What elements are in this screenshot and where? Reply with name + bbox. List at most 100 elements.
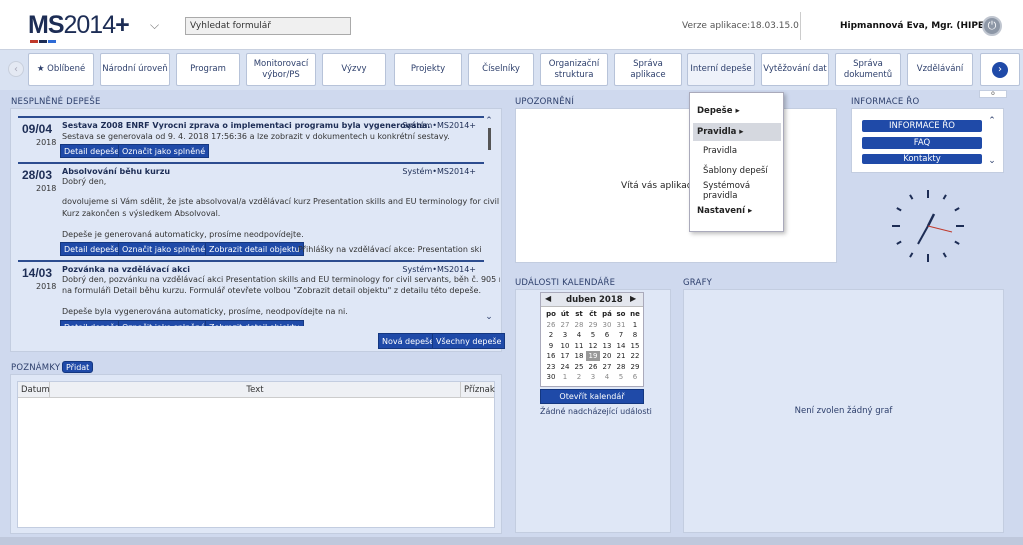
depese-scrollbar[interactable]: ⌃ ⌄ — [484, 116, 494, 322]
nav-sprava-dokumentu[interactable]: Správa dokumentů — [835, 53, 901, 86]
calendar-day[interactable]: 2 — [572, 372, 586, 382]
depese-item[interactable]: 09/04 2018 Sestava Z008 ENRF Vyrocni zpr… — [18, 116, 484, 166]
calendar-day[interactable]: 12 — [586, 341, 600, 351]
calendar-day[interactable]: 16 — [544, 351, 558, 361]
calendar-day[interactable]: 19 — [586, 351, 600, 361]
calendar-day[interactable]: 22 — [628, 351, 642, 361]
calendar-day[interactable]: 13 — [600, 341, 614, 351]
app-logo[interactable]: MS 2014 + — [28, 10, 130, 43]
calendar-day[interactable]: 4 — [600, 372, 614, 382]
nav-vyzvy[interactable]: Výzvy — [322, 53, 386, 86]
calendar-day[interactable]: 6 — [628, 372, 642, 382]
show-object-button[interactable]: Zobrazit detail objektu — [205, 242, 304, 256]
detail-depese-button[interactable]: Detail depeše — [60, 242, 124, 256]
calendar-day[interactable]: 27 — [558, 320, 572, 330]
power-icon[interactable]: ⏻ — [982, 16, 1002, 36]
calendar-day[interactable]: 31 — [614, 320, 628, 330]
detail-depese-button[interactable]: Detail depeše — [60, 320, 124, 326]
nav-interni-depese[interactable]: Interní depeše — [687, 53, 755, 86]
calendar-day[interactable]: 30 — [600, 320, 614, 330]
nav-program[interactable]: Program — [176, 53, 240, 86]
nav-sprava-aplikace[interactable]: Správa aplikace — [614, 53, 682, 86]
calendar-day[interactable]: 18 — [572, 351, 586, 361]
mark-done-button[interactable]: Označit jako splněné — [118, 242, 210, 256]
depese-item[interactable]: 28/03 2018 Absolvování běhu kurzu Systém… — [18, 162, 500, 262]
calendar-day[interactable]: 1 — [628, 320, 642, 330]
mark-done-button[interactable]: Označit jako splněné — [118, 320, 210, 326]
calendar-day[interactable]: 5 — [586, 330, 600, 340]
add-note-button[interactable]: Přidat — [62, 361, 94, 373]
calendar-day[interactable]: 24 — [558, 362, 572, 372]
calendar-day[interactable]: 2 — [544, 330, 558, 340]
menu-systemova-pravidla[interactable]: Systémová pravidla — [690, 181, 785, 201]
calendar-day[interactable]: 27 — [600, 362, 614, 372]
calendar-next-icon[interactable]: ▶ — [630, 294, 636, 303]
calendar-day[interactable]: 17 — [558, 351, 572, 361]
calendar-day[interactable]: 1 — [558, 372, 572, 382]
scroll-up-icon[interactable]: ⌃ — [484, 116, 494, 126]
info-scrollbar[interactable]: ⌃ ⌄ — [987, 116, 997, 166]
calendar-day[interactable]: 14 — [614, 341, 628, 351]
calendar-day[interactable]: 28 — [572, 320, 586, 330]
calendar-day[interactable]: 8 — [628, 330, 642, 340]
depese-link[interactable]: Přihlášky na vzdělávací akce: Presentati… — [298, 245, 482, 254]
calendar-day[interactable]: 3 — [586, 372, 600, 382]
show-object-button[interactable]: Zobrazit detail objektu — [205, 320, 304, 326]
menu-nastaveni[interactable]: Nastavení ▸ — [690, 202, 785, 220]
calendar-day[interactable]: 6 — [600, 330, 614, 340]
calendar-day[interactable]: 3 — [558, 330, 572, 340]
calendar-day[interactable]: 15 — [628, 341, 642, 351]
calendar-day[interactable]: 26 — [586, 362, 600, 372]
calendar-day[interactable]: 26 — [544, 320, 558, 330]
info-collapse-icon[interactable]: o — [979, 90, 1007, 98]
scroll-down-icon[interactable]: ⌄ — [484, 312, 494, 322]
nav-prev-icon[interactable]: ‹ — [8, 61, 24, 77]
menu-depese[interactable]: Depeše ▸ — [690, 102, 785, 120]
nav-projekty[interactable]: Projekty — [394, 53, 462, 86]
scroll-down-icon[interactable]: ⌄ — [987, 156, 997, 166]
calendar-day[interactable]: 10 — [558, 341, 572, 351]
calendar-day[interactable]: 30 — [544, 372, 558, 382]
nav-ciselniky[interactable]: Číselníky — [468, 53, 534, 86]
depese-item[interactable]: 14/03 2018 Pozvánka na vzdělávací akci S… — [18, 260, 500, 326]
menu-sablony-depesi[interactable]: Šablony depeší — [690, 162, 785, 180]
calendar-day[interactable]: 29 — [628, 362, 642, 372]
info-ro-button[interactable]: INFORMACE ŘO — [862, 120, 982, 132]
col-datum[interactable]: Datum — [18, 382, 50, 398]
faq-button[interactable]: FAQ — [862, 137, 982, 149]
col-priznak[interactable]: Příznak — [461, 382, 495, 398]
menu-pravidla[interactable]: Pravidla ▸ — [693, 123, 781, 141]
scroll-up-icon[interactable]: ⌃ — [987, 116, 997, 126]
calendar-day[interactable]: 5 — [614, 372, 628, 382]
all-depese-button[interactable]: Všechny depeše — [432, 333, 506, 349]
col-text[interactable]: Text — [50, 382, 461, 398]
detail-depese-button[interactable]: Detail depeše — [60, 144, 124, 158]
nav-vzdelavani[interactable]: Vzdělávání — [907, 53, 973, 86]
calendar-day[interactable]: 7 — [614, 330, 628, 340]
calendar-prev-icon[interactable]: ◀ — [545, 294, 551, 303]
nav-vytezovani-dat[interactable]: Vytěžování dat — [761, 53, 829, 86]
calendar-day[interactable]: 20 — [600, 351, 614, 361]
calendar-day[interactable]: 28 — [614, 362, 628, 372]
calendar-day[interactable]: 11 — [572, 341, 586, 351]
new-depese-button[interactable]: Nová depeše — [378, 333, 439, 349]
nav-organizacni-struktura[interactable]: Organizační struktura — [540, 53, 608, 86]
nav-oblibene[interactable]: ★ Oblíbené — [28, 53, 94, 86]
nav-more[interactable]: › — [980, 53, 1020, 86]
calendar-day[interactable]: 25 — [572, 362, 586, 372]
menu-pravidla-sub[interactable]: Pravidla — [690, 142, 785, 160]
calendar-day[interactable]: 21 — [614, 351, 628, 361]
calendar-day[interactable]: 4 — [572, 330, 586, 340]
mark-done-button[interactable]: Označit jako splněné — [118, 144, 210, 158]
scroll-thumb[interactable] — [487, 128, 491, 150]
nav-monitorovaci-vybor[interactable]: Monitorovací výbor/PS — [246, 53, 316, 86]
search-input[interactable] — [185, 17, 351, 35]
user-name[interactable]: Hipmannová Eva, Mgr. (HIPEVA) — [840, 21, 1002, 31]
calendar-day[interactable]: 9 — [544, 341, 558, 351]
chevron-down-icon[interactable]: ⌵ — [150, 18, 159, 33]
calendar-month[interactable]: duben 2018 — [566, 295, 623, 305]
nav-narodni-uroven[interactable]: Národní úroveň — [100, 53, 170, 86]
calendar-day[interactable]: 29 — [586, 320, 600, 330]
calendar-day[interactable]: 23 — [544, 362, 558, 372]
open-calendar-button[interactable]: Otevřít kalendář — [540, 389, 644, 404]
